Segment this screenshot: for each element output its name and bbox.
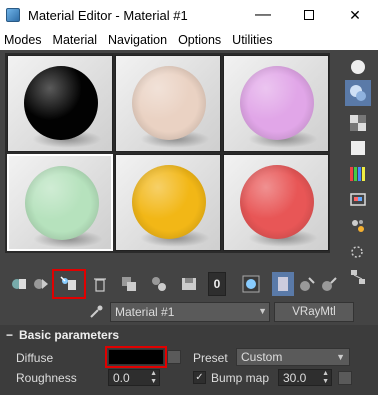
sample-slot-2[interactable] xyxy=(115,55,221,152)
show-end-result-icon[interactable] xyxy=(272,272,294,296)
make-unique-icon[interactable] xyxy=(148,272,170,296)
maximize-button[interactable] xyxy=(286,0,332,30)
make-preview-icon[interactable] xyxy=(345,187,371,213)
go-forward-to-sibling-icon[interactable] xyxy=(318,272,340,296)
spinner-arrows-icon[interactable]: ▲ ▼ xyxy=(322,370,329,386)
menu-utilities[interactable]: Utilities xyxy=(232,33,272,47)
menu-material[interactable]: Material xyxy=(53,33,97,47)
diffuse-label: Diffuse xyxy=(16,351,54,365)
diffuse-highlight xyxy=(105,346,167,368)
chevron-down-icon: ▼ xyxy=(336,352,345,362)
material-map-navigator-icon[interactable] xyxy=(345,264,371,290)
bump-map-value: 30.0 xyxy=(283,370,307,385)
menu-modes[interactable]: Modes xyxy=(4,33,42,47)
basic-parameters-title: Basic parameters xyxy=(19,328,120,342)
material-sphere xyxy=(25,166,99,240)
chevron-down-icon: ▼ xyxy=(258,306,267,316)
editor-body: 0 Material #1 ▼ VRayMtl − Basic paramete… xyxy=(0,50,378,395)
preset-label: Preset xyxy=(193,351,228,365)
title-bar: Material Editor - Material #1 — ✕ xyxy=(0,0,378,30)
eyedropper-icon[interactable] xyxy=(88,304,104,323)
put-to-library-icon[interactable] xyxy=(178,272,200,296)
select-by-material-icon[interactable] xyxy=(345,240,371,266)
collapse-icon: − xyxy=(6,328,14,342)
material-id-channel-button[interactable]: 0 xyxy=(208,272,226,296)
minimize-button[interactable]: — xyxy=(240,0,286,30)
roughness-spinner[interactable]: 0.0 ▲ ▼ xyxy=(108,369,160,386)
put-material-to-scene-icon[interactable] xyxy=(30,272,52,296)
sample-type-sphere-icon[interactable] xyxy=(345,54,371,80)
material-sphere xyxy=(132,165,206,239)
material-editor-app-icon xyxy=(6,8,20,22)
bump-map-button[interactable] xyxy=(338,371,352,385)
preset-dropdown[interactable]: Custom ▼ xyxy=(236,348,350,366)
material-name-row: Material #1 ▼ VRayMtl xyxy=(0,302,378,324)
sample-slot-5[interactable] xyxy=(115,154,221,251)
basic-parameters-header[interactable]: − Basic parameters xyxy=(0,325,378,345)
background-checker-icon[interactable] xyxy=(345,110,371,136)
make-material-copy-icon[interactable] xyxy=(118,272,140,296)
spinner-arrows-icon[interactable]: ▲ ▼ xyxy=(150,370,157,386)
material-type-button[interactable]: VRayMtl xyxy=(274,302,354,322)
material-sphere xyxy=(132,66,206,140)
roughness-label: Roughness xyxy=(16,371,77,385)
sample-slot-6[interactable] xyxy=(223,154,329,251)
material-name-value: Material #1 xyxy=(115,305,175,319)
get-material-icon[interactable] xyxy=(8,272,30,296)
material-name-field[interactable]: Material #1 ▼ xyxy=(110,302,270,322)
bump-map-checkbox[interactable]: ✓ xyxy=(193,371,206,384)
menu-bar: Modes Material Navigation Options Utilit… xyxy=(0,30,378,50)
sample-uv-tiling-icon[interactable] xyxy=(345,135,371,161)
show-shaded-material-icon[interactable] xyxy=(240,272,262,296)
window-title: Material Editor - Material #1 xyxy=(28,7,188,23)
sample-slot-1[interactable] xyxy=(7,55,113,152)
close-button[interactable]: ✕ xyxy=(332,0,378,30)
assign-material-highlight xyxy=(52,269,86,299)
menu-navigation[interactable]: Navigation xyxy=(108,33,167,47)
backlight-toggle-icon[interactable] xyxy=(345,80,371,106)
go-to-parent-icon[interactable] xyxy=(296,272,318,296)
delete-icon[interactable] xyxy=(90,272,110,296)
material-id-value: 0 xyxy=(213,277,221,291)
video-color-check-icon[interactable] xyxy=(345,161,371,187)
bump-map-label: Bump map xyxy=(211,371,270,385)
material-sphere xyxy=(24,66,98,140)
basic-parameters-rollout: − Basic parameters Diffuse Preset Custom… xyxy=(0,325,378,395)
roughness-value: 0.0 xyxy=(113,370,130,385)
bump-map-spinner[interactable]: 30.0 ▲ ▼ xyxy=(278,369,332,386)
preset-value: Custom xyxy=(241,350,283,364)
material-sphere xyxy=(240,66,314,140)
sample-slot-4[interactable] xyxy=(7,154,113,251)
material-sphere xyxy=(240,165,314,239)
diffuse-map-button[interactable] xyxy=(167,350,181,364)
menu-options[interactable]: Options xyxy=(178,33,221,47)
sample-slot-3[interactable] xyxy=(223,55,329,152)
sample-slots-grid xyxy=(5,53,330,253)
material-options-icon[interactable] xyxy=(345,213,371,239)
